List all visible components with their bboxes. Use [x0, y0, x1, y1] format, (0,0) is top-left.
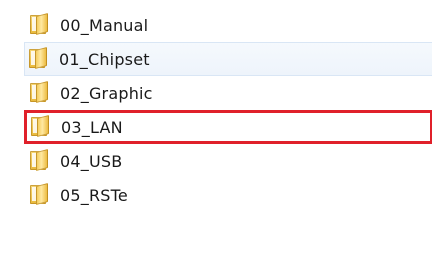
folder-item-03-lan[interactable]: 03_LAN: [24, 110, 432, 144]
folder-name: 04_USB: [60, 151, 123, 171]
folder-icon: [29, 183, 51, 207]
file-explorer-pane: 00_Manual 01_Chipset 02_Graphic 03_LAN 0: [0, 0, 432, 278]
folder-name: 03_LAN: [61, 117, 123, 137]
folder-item-01-chipset[interactable]: 01_Chipset: [24, 42, 432, 76]
folder-name: 00_Manual: [60, 15, 149, 35]
folder-list: 00_Manual 01_Chipset 02_Graphic 03_LAN 0: [24, 8, 432, 212]
folder-name: 05_RSTe: [60, 185, 128, 205]
folder-item-00-manual[interactable]: 00_Manual: [26, 8, 432, 42]
folder-item-04-usb[interactable]: 04_USB: [26, 144, 432, 178]
folder-icon: [30, 115, 52, 139]
folder-icon: [28, 47, 50, 71]
folder-icon: [29, 13, 51, 37]
folder-item-02-graphic[interactable]: 02_Graphic: [26, 76, 432, 110]
folder-item-05-rste[interactable]: 05_RSTe: [26, 178, 432, 212]
folder-name: 02_Graphic: [60, 83, 153, 103]
folder-icon: [29, 81, 51, 105]
folder-name: 01_Chipset: [59, 49, 150, 69]
folder-icon: [29, 149, 51, 173]
